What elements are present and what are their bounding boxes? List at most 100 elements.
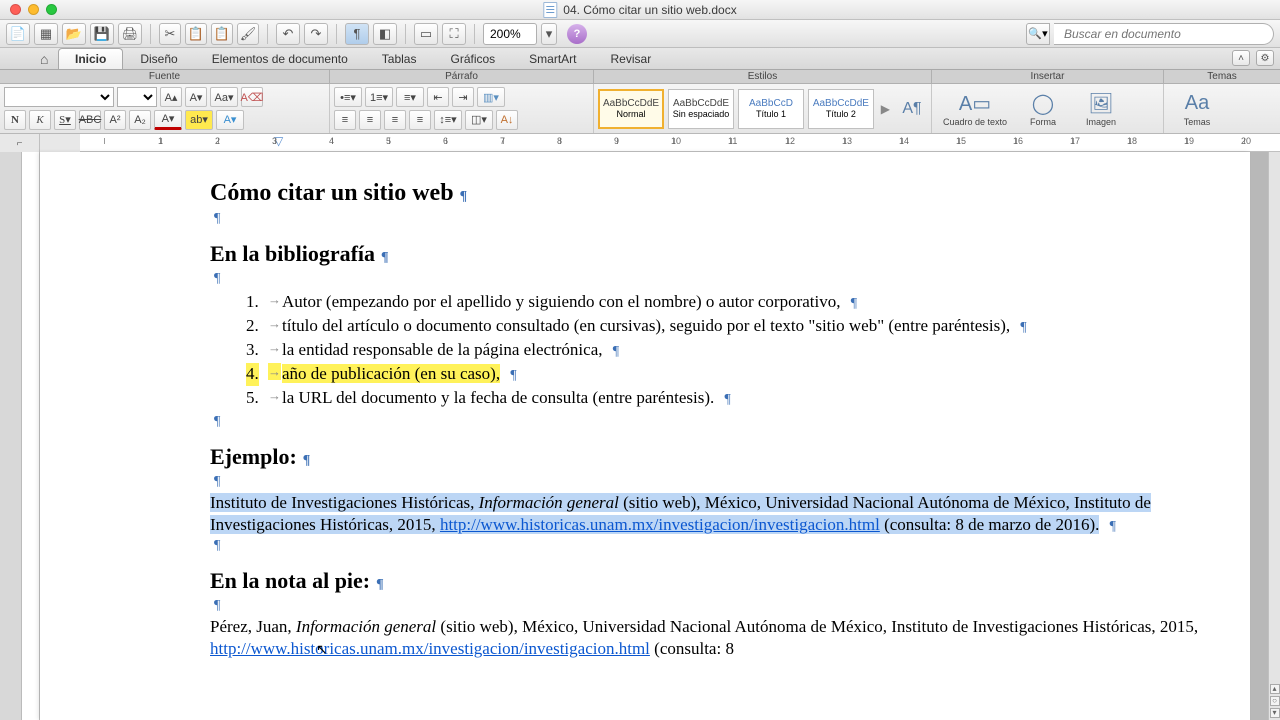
- search-input[interactable]: [1054, 23, 1274, 45]
- fullscreen-button[interactable]: ⛶: [442, 23, 466, 45]
- footnote-paragraph: Pérez, Juan, Información general (sitio …: [210, 616, 1202, 660]
- pilcrow-mark: ¶: [214, 271, 1202, 287]
- italic-button[interactable]: K: [29, 110, 51, 130]
- sidebar-button[interactable]: ◧: [373, 23, 397, 45]
- tab-selector[interactable]: ⌐: [0, 134, 40, 152]
- vertical-scrollbar[interactable]: ▴ ○ ▾: [1268, 152, 1280, 720]
- clear-format-button[interactable]: A⌫: [241, 87, 263, 107]
- paste-button[interactable]: 📋: [211, 23, 233, 45]
- tab-diseno[interactable]: Diseño: [123, 48, 194, 69]
- save-button[interactable]: 💾: [90, 23, 114, 45]
- highlight-button[interactable]: ab▾: [185, 110, 213, 130]
- shading-button[interactable]: ◫▾: [465, 110, 493, 130]
- doc-heading-example: Ejemplo:¶: [210, 444, 1202, 470]
- doc-heading-footnote: En la nota al pie:¶: [210, 568, 1202, 594]
- superscript-button[interactable]: A²: [104, 110, 126, 130]
- themes-group: AaTemas: [1164, 84, 1280, 133]
- multilevel-button[interactable]: ≡▾: [396, 87, 424, 107]
- zoom-window-button[interactable]: [46, 4, 57, 15]
- font-group: A▴ A▾ Aa▾ A⌫ N K S▾ ABC A² A₂ A▾ ab▾ A▾: [0, 84, 330, 133]
- doc-heading-bib: En la bibliografía¶: [210, 241, 1202, 267]
- copy-button[interactable]: 📋: [185, 23, 207, 45]
- justify-button[interactable]: ≡: [409, 110, 431, 130]
- template-button[interactable]: ▦: [34, 23, 58, 45]
- zoom-select[interactable]: 200%: [483, 23, 537, 45]
- left-margin: [0, 152, 22, 720]
- columns-button[interactable]: ▥▾: [477, 87, 505, 107]
- style-titulo2[interactable]: AaBbCcDdETítulo 2: [808, 89, 874, 129]
- change-case-button[interactable]: Aa▾: [210, 87, 238, 107]
- tab-tablas[interactable]: Tablas: [365, 48, 434, 69]
- tab-graficos[interactable]: Gráficos: [433, 48, 512, 69]
- subscript-button[interactable]: A₂: [129, 110, 151, 130]
- style-normal[interactable]: AaBbCcDdENormal: [598, 89, 664, 129]
- strike-button[interactable]: ABC: [79, 110, 101, 130]
- search-icon[interactable]: 🔍▾: [1026, 23, 1050, 45]
- scroll-next-page-button[interactable]: ▾: [1270, 708, 1280, 718]
- zoom-dropdown[interactable]: ▾: [541, 23, 557, 45]
- format-painter-button[interactable]: 🖌: [237, 23, 259, 45]
- outdent-button[interactable]: ⇤: [427, 87, 449, 107]
- horizontal-ruler[interactable]: ▽ 12345678910111213141516171819202122: [80, 134, 1280, 152]
- minimize-window-button[interactable]: [28, 4, 39, 15]
- tab-revisar[interactable]: Revisar: [594, 48, 669, 69]
- font-color-button[interactable]: A▾: [154, 110, 182, 130]
- pilcrow-mark: ¶: [214, 598, 1202, 614]
- close-window-button[interactable]: [10, 4, 21, 15]
- underline-button[interactable]: S▾: [54, 110, 76, 130]
- cut-button[interactable]: ✂: [159, 23, 181, 45]
- styles-pane-icon[interactable]: A¶: [898, 96, 926, 122]
- scroll-prev-page-button[interactable]: ▴: [1270, 684, 1280, 694]
- tab-smartart[interactable]: SmartArt: [512, 48, 593, 69]
- insert-textbox-button[interactable]: A▭Cuadro de texto: [940, 91, 1010, 127]
- insert-group: A▭Cuadro de texto ◯Forma 🖼Imagen: [932, 84, 1164, 133]
- pilcrow-mark: ¶: [214, 538, 1202, 554]
- font-family-select[interactable]: [4, 87, 114, 107]
- style-sin-espaciado[interactable]: AaBbCcDdESin espaciado: [668, 89, 734, 129]
- document-page[interactable]: Cómo citar un sitio web¶ ¶ En la bibliog…: [40, 152, 1250, 720]
- tab-elementos[interactable]: Elementos de documento: [195, 48, 365, 69]
- collapse-ribbon-button[interactable]: ˄: [1232, 50, 1250, 66]
- style-titulo1[interactable]: AaBbCcDTítulo 1: [738, 89, 804, 129]
- undo-button[interactable]: ↶: [276, 23, 300, 45]
- redo-button[interactable]: ↷: [304, 23, 328, 45]
- standard-toolbar: 📄 ▦ 📂 💾 🖨 ✂ 📋 📋 🖌 ↶ ↷ ¶ ◧ ▭ ⛶ 200% ▾ ? 🔍…: [0, 20, 1280, 48]
- print-button[interactable]: 🖨: [118, 23, 142, 45]
- ribbon-options-button[interactable]: ⚙: [1256, 50, 1274, 66]
- new-doc-button[interactable]: 📄: [6, 23, 30, 45]
- pilcrow-mark: ¶: [214, 414, 1202, 430]
- bold-button[interactable]: N: [4, 110, 26, 130]
- paragraph-group: •≡▾ 1≡▾ ≡▾ ⇤ ⇥ ▥▾ ≡ ≡ ≡ ≡ ↕≡▾ ◫▾ A↓: [330, 84, 594, 133]
- align-center-button[interactable]: ≡: [359, 110, 381, 130]
- document-area: Cómo citar un sitio web¶ ¶ En la bibliog…: [0, 152, 1268, 720]
- help-button[interactable]: ?: [567, 24, 587, 44]
- align-right-button[interactable]: ≡: [384, 110, 406, 130]
- bullets-button[interactable]: •≡▾: [334, 87, 362, 107]
- sort-button[interactable]: A↓: [496, 110, 518, 130]
- text-effects-button[interactable]: A▾: [216, 110, 244, 130]
- shrink-font-button[interactable]: A▾: [185, 87, 207, 107]
- line-spacing-button[interactable]: ↕≡▾: [434, 110, 462, 130]
- insert-shape-button[interactable]: ◯Forma: [1018, 91, 1068, 127]
- scroll-browse-button[interactable]: ○: [1270, 696, 1280, 706]
- window-title: 04. Cómo citar un sitio web.docx: [563, 3, 736, 17]
- pilcrow-button[interactable]: ¶: [345, 23, 369, 45]
- grow-font-button[interactable]: A▴: [160, 87, 182, 107]
- window-titlebar: 04. Cómo citar un sitio web.docx: [0, 0, 1280, 20]
- font-size-select[interactable]: [117, 87, 157, 107]
- open-button[interactable]: 📂: [62, 23, 86, 45]
- insert-image-button[interactable]: 🖼Imagen: [1076, 91, 1126, 127]
- doc-heading-title: Cómo citar un sitio web¶: [210, 180, 1202, 207]
- example-paragraph: Instituto de Investigaciones Históricas,…: [210, 492, 1202, 536]
- pilcrow-mark: ¶: [214, 211, 1202, 227]
- align-left-button[interactable]: ≡: [334, 110, 356, 130]
- ribbon: A▴ A▾ Aa▾ A⌫ N K S▾ ABC A² A₂ A▾ ab▾ A▾ …: [0, 84, 1280, 134]
- layout-button[interactable]: ▭: [414, 23, 438, 45]
- home-icon[interactable]: ⌂: [40, 51, 48, 67]
- numbering-button[interactable]: 1≡▾: [365, 87, 393, 107]
- tab-inicio[interactable]: Inicio: [58, 48, 123, 69]
- themes-button[interactable]: AaTemas: [1172, 91, 1222, 127]
- indent-button[interactable]: ⇥: [452, 87, 474, 107]
- styles-more-button[interactable]: ▶: [878, 89, 893, 129]
- vertical-ruler[interactable]: [22, 152, 40, 720]
